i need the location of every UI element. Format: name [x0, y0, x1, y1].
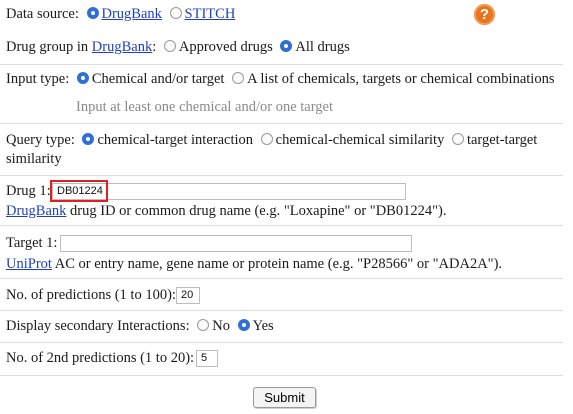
approved-drugs-radio[interactable]	[163, 40, 176, 52]
num-predictions-row: No. of predictions (1 to 100): 20	[0, 279, 563, 311]
chemical-chemical-similarity-radio[interactable]	[260, 133, 273, 145]
drugbank-source-link[interactable]: DrugBank	[102, 6, 162, 22]
stitch-source-radio[interactable]	[169, 7, 182, 19]
question-mark-icon[interactable]: ?	[474, 4, 495, 25]
drug1-help-line: DrugBank drug ID or common drug name (e.…	[6, 203, 446, 220]
secondary-interactions-label: Display secondary Interactions:	[6, 318, 190, 334]
drug-group-line: Drug group in DrugBank: Approved drugs A…	[6, 39, 350, 56]
all-drugs-label[interactable]: All drugs	[295, 39, 349, 55]
data-source-line: Data source: DrugBank STITCH	[6, 6, 235, 23]
num-2nd-predictions-label: No. of 2nd predictions (1 to 20):	[6, 350, 195, 366]
chemical-chemical-similarity-label[interactable]: chemical-chemical similarity	[276, 132, 445, 148]
data-source-label: Data source:	[6, 6, 79, 22]
input-type-label: Input type:	[6, 71, 70, 87]
input-hint-text: Input at least one chemical and/or one t…	[76, 99, 334, 115]
query-type-label: Query type:	[6, 132, 75, 148]
target-target-similarity-label[interactable]: target-target	[467, 132, 537, 148]
chemical-target-label[interactable]: Chemical and/or target	[92, 71, 225, 87]
query-type-line: Query type: chemical-target interaction …	[6, 132, 537, 149]
target1-input[interactable]	[60, 235, 412, 252]
drug1-input[interactable]: DB01224	[52, 183, 406, 200]
secondary-yes-radio[interactable]	[237, 319, 250, 331]
data-source-row: Data source: DrugBank STITCH ?	[0, 0, 563, 34]
input-type-row: Input type: Chemical and/or target A lis…	[0, 65, 563, 124]
target1-help-text: AC or entry name, gene name or protein n…	[54, 256, 503, 272]
approved-drugs-label[interactable]: Approved drugs	[179, 39, 273, 55]
target-target-similarity-radio[interactable]	[451, 133, 464, 145]
query-type-row: Query type: chemical-target interaction …	[0, 124, 563, 176]
drug1-label: Drug 1:	[6, 183, 51, 199]
secondary-yes-label[interactable]: Yes	[253, 318, 274, 334]
chemical-target-interaction-radio[interactable]	[82, 133, 95, 145]
num-2nd-predictions-input[interactable]: 5	[196, 350, 218, 367]
target1-row: Target 1: UniProt AC or entry name, gene…	[0, 226, 563, 279]
target-target-similarity-label-wrap[interactable]: similarity	[6, 151, 62, 167]
drug-group-drugbank-link[interactable]: DrugBank	[92, 39, 152, 55]
stitch-source-link[interactable]: STITCH	[185, 6, 236, 22]
secondary-interactions-line: Display secondary Interactions: No Yes	[6, 318, 274, 335]
drug-group-colon: :	[152, 39, 157, 55]
query-type-wrap-line: similarity	[6, 151, 62, 168]
num-2nd-predictions-row: No. of 2nd predictions (1 to 20): 5	[0, 343, 563, 376]
secondary-interactions-row: Display secondary Interactions: No Yes	[0, 311, 563, 343]
list-input-radio[interactable]	[232, 72, 245, 84]
drug1-row: Drug 1: DB01224 DrugBank drug ID or comm…	[0, 176, 563, 226]
drug-group-label: Drug group in	[6, 39, 89, 55]
secondary-no-radio[interactable]	[197, 319, 210, 331]
target1-help-line: UniProt AC or entry name, gene name or p…	[6, 256, 502, 273]
target1-label: Target 1:	[6, 235, 58, 251]
drugbank-source-radio[interactable]	[86, 7, 99, 19]
num-predictions-input[interactable]: 20	[176, 287, 200, 304]
all-drugs-radio[interactable]	[280, 40, 293, 52]
drug-group-row: Drug group in DrugBank: Approved drugs A…	[0, 34, 563, 65]
target1-uniprot-link[interactable]: UniProt	[6, 256, 52, 272]
submit-button[interactable]: Submit	[253, 387, 316, 408]
secondary-no-label[interactable]: No	[212, 318, 230, 334]
chemical-target-interaction-label[interactable]: chemical-target interaction	[97, 132, 253, 148]
drug1-help-text: drug ID or common drug name (e.g. "Loxap…	[70, 203, 447, 219]
drug1-drugbank-link[interactable]: DrugBank	[6, 203, 66, 219]
num-predictions-label: No. of predictions (1 to 100):	[6, 287, 176, 303]
list-input-label[interactable]: A list of chemicals, targets or chemical…	[247, 71, 554, 87]
input-type-line: Input type: Chemical and/or target A lis…	[6, 71, 554, 88]
chemical-target-radio[interactable]	[76, 72, 89, 84]
